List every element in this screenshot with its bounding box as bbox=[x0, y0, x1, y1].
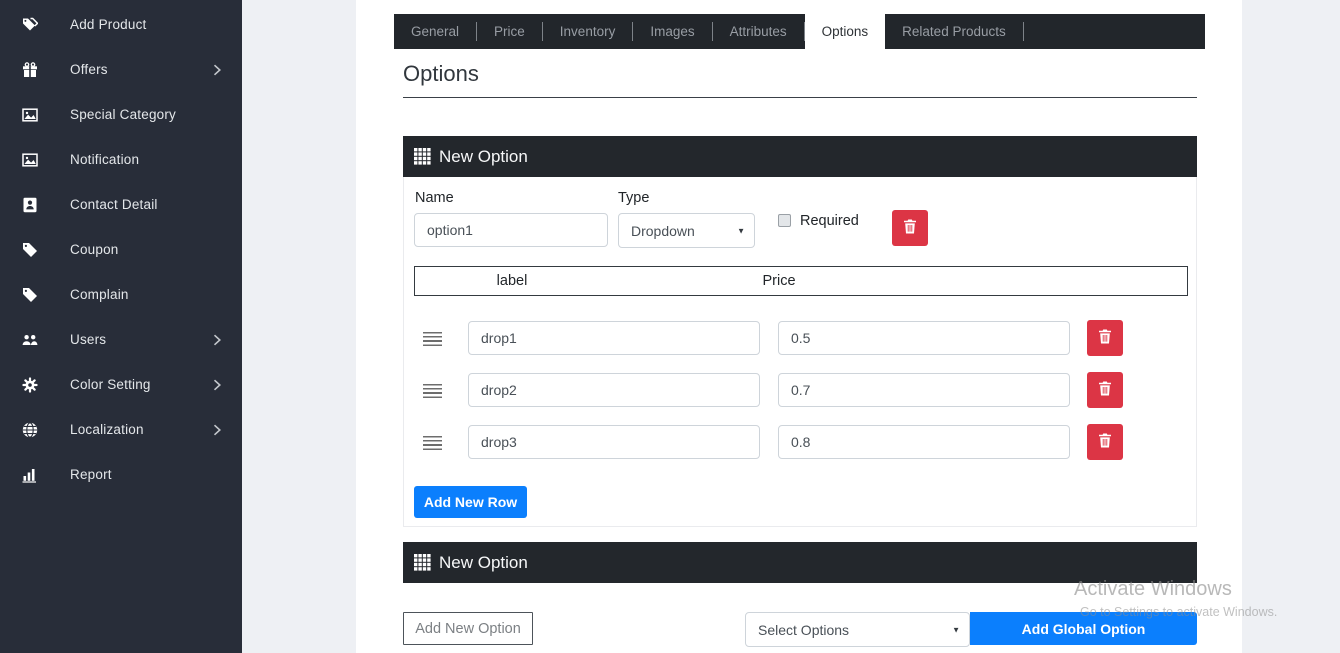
trash-icon bbox=[903, 219, 917, 237]
grid-icon bbox=[414, 148, 431, 165]
price-column-header: Price bbox=[669, 267, 889, 295]
row-label-input[interactable] bbox=[468, 321, 760, 355]
label-column-header: label bbox=[415, 267, 609, 295]
image-icon bbox=[22, 107, 38, 123]
tab-attributes[interactable]: Attributes bbox=[713, 14, 804, 49]
users-icon bbox=[22, 332, 38, 348]
panel-header-title: New Option bbox=[439, 147, 528, 167]
tab-label: Related Products bbox=[902, 24, 1006, 39]
drag-handle-icon[interactable] bbox=[423, 332, 442, 346]
add-global-option-button[interactable]: Add Global Option bbox=[970, 612, 1197, 645]
trash-icon bbox=[1098, 433, 1112, 451]
tag-icon bbox=[22, 287, 38, 303]
row-price-input[interactable] bbox=[778, 373, 1070, 407]
tab-general[interactable]: General bbox=[394, 14, 476, 49]
sidebar-item-users[interactable]: Users bbox=[0, 317, 242, 362]
tab-inventory[interactable]: Inventory bbox=[543, 14, 633, 49]
page-title: Options bbox=[403, 61, 479, 87]
sidebar-item-add-product[interactable]: Add Product bbox=[0, 2, 242, 47]
option-row bbox=[404, 321, 1198, 355]
gift-icon bbox=[22, 62, 38, 78]
global-options-select-wrap: Select Options ▼ bbox=[745, 612, 970, 647]
sidebar-item-label: Special Category bbox=[70, 107, 176, 122]
sidebar-item-localization[interactable]: Localization bbox=[0, 407, 242, 452]
sidebar-item-label: Coupon bbox=[70, 242, 119, 257]
sidebar-item-label: Offers bbox=[70, 62, 108, 77]
sidebar-item-label: Report bbox=[70, 467, 112, 482]
tag-icon bbox=[22, 242, 38, 258]
required-label: Required bbox=[800, 213, 859, 229]
drag-handle-icon[interactable] bbox=[423, 384, 442, 398]
add-new-option-button[interactable]: Add New Option bbox=[403, 612, 533, 645]
tab-options[interactable]: Options bbox=[805, 14, 886, 57]
tab-separator bbox=[1023, 22, 1024, 41]
name-label: Name bbox=[415, 190, 454, 206]
globe-icon bbox=[22, 422, 38, 438]
required-checkbox[interactable] bbox=[778, 214, 791, 227]
product-tabs: General Price Inventory Images Attribute… bbox=[394, 14, 1205, 49]
chevron-right-icon bbox=[213, 334, 222, 346]
sidebar-item-report[interactable]: Report bbox=[0, 452, 242, 497]
sidebar-item-label: Contact Detail bbox=[70, 197, 158, 212]
sidebar-item-contact-detail[interactable]: Contact Detail bbox=[0, 182, 242, 227]
option-values-table-header: label Price bbox=[414, 266, 1188, 296]
sidebar-item-special-category[interactable]: Special Category bbox=[0, 92, 242, 137]
sidebar-item-label: Complain bbox=[70, 287, 129, 302]
grid-icon bbox=[414, 554, 431, 571]
second-new-option-panel-header: New Option bbox=[403, 542, 1197, 583]
tab-label: General bbox=[411, 24, 459, 39]
sidebar-item-color-setting[interactable]: Color Setting bbox=[0, 362, 242, 407]
tab-label: Images bbox=[650, 24, 694, 39]
sidebar-item-label: Users bbox=[70, 332, 106, 347]
panel-header-title: New Option bbox=[439, 553, 528, 573]
row-price-input[interactable] bbox=[778, 425, 1070, 459]
tab-price[interactable]: Price bbox=[477, 14, 542, 49]
add-new-row-button[interactable]: Add New Row bbox=[414, 486, 527, 518]
option-type-select-wrap: Dropdown ▼ bbox=[618, 213, 755, 248]
sidebar-item-label: Notification bbox=[70, 152, 139, 167]
tab-label: Options bbox=[822, 24, 869, 39]
address-card-icon bbox=[22, 197, 38, 213]
new-option-panel-header: New Option bbox=[403, 136, 1197, 177]
row-label-input[interactable] bbox=[468, 425, 760, 459]
tab-label: Attributes bbox=[730, 24, 787, 39]
sidebar-item-notification[interactable]: Notification bbox=[0, 137, 242, 182]
sidebar-item-complain[interactable]: Complain bbox=[0, 272, 242, 317]
row-price-input[interactable] bbox=[778, 321, 1070, 355]
row-label-input[interactable] bbox=[468, 373, 760, 407]
drag-handle-icon[interactable] bbox=[423, 436, 442, 450]
tab-related-products[interactable]: Related Products bbox=[885, 14, 1023, 49]
global-options-select[interactable]: Select Options bbox=[745, 612, 970, 647]
type-label: Type bbox=[618, 190, 649, 206]
option-name-input[interactable] bbox=[414, 213, 608, 247]
chevron-right-icon bbox=[213, 424, 222, 436]
sidebar: Add Product Offers Special Category Noti… bbox=[0, 0, 242, 653]
delete-row-button[interactable] bbox=[1087, 320, 1123, 356]
trash-icon bbox=[1098, 381, 1112, 399]
bar-chart-icon bbox=[22, 467, 38, 483]
new-option-panel: New Option Name Type Dropdown ▼ Required… bbox=[403, 136, 1197, 527]
option-type-select[interactable]: Dropdown bbox=[618, 213, 755, 248]
title-divider bbox=[403, 97, 1197, 98]
tab-label: Price bbox=[494, 24, 525, 39]
sidebar-item-label: Add Product bbox=[70, 17, 147, 32]
chevron-right-icon bbox=[213, 64, 222, 76]
option-row bbox=[404, 425, 1198, 459]
image-icon bbox=[22, 152, 38, 168]
option-row bbox=[404, 373, 1198, 407]
trash-icon bbox=[1098, 329, 1112, 347]
delete-option-button[interactable] bbox=[892, 210, 928, 246]
tab-images[interactable]: Images bbox=[633, 14, 711, 49]
tab-label: Inventory bbox=[560, 24, 616, 39]
delete-row-button[interactable] bbox=[1087, 372, 1123, 408]
required-checkbox-group[interactable]: Required bbox=[778, 213, 859, 229]
sidebar-item-label: Localization bbox=[70, 422, 144, 437]
tags-icon bbox=[22, 17, 38, 33]
gear-icon bbox=[22, 377, 38, 393]
delete-row-button[interactable] bbox=[1087, 424, 1123, 460]
sidebar-item-offers[interactable]: Offers bbox=[0, 47, 242, 92]
sidebar-item-label: Color Setting bbox=[70, 377, 151, 392]
chevron-right-icon bbox=[213, 379, 222, 391]
sidebar-item-coupon[interactable]: Coupon bbox=[0, 227, 242, 272]
